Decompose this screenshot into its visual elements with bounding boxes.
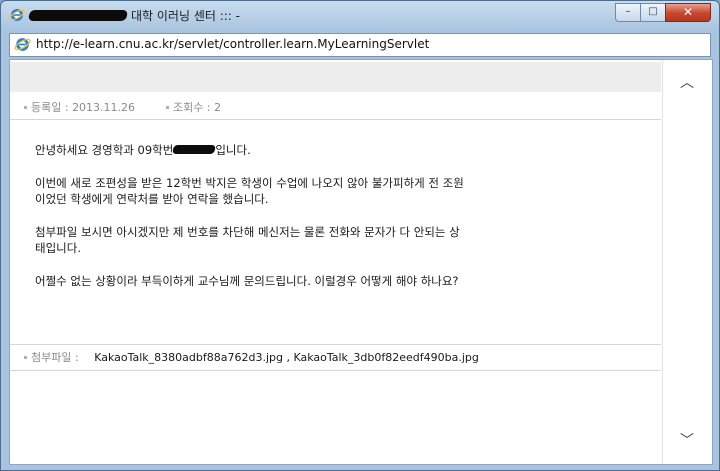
attachments-label: 첨부파일 : — [31, 351, 79, 364]
scroll-up-icon[interactable]: ︿ — [678, 74, 696, 92]
post-date: 2013.11.26 — [72, 101, 136, 114]
address-bar[interactable]: http://e-learn.cnu.ac.kr/servlet/control… — [9, 33, 711, 57]
window-title: 대학 이러닝 센터 ::: - — [28, 7, 240, 24]
page-content: 등록일 : 2013.11.26 조회수 : 2 안녕하세요 경영학과 09학번… — [9, 59, 713, 465]
redacted-name — [172, 145, 217, 154]
attachment-links[interactable]: KakaoTalk_8380adbf88a762d3.jpg , KakaoTa… — [94, 351, 479, 364]
vertical-scrollbar[interactable]: ︿ ﹀ — [662, 60, 712, 464]
view-count: 2 — [214, 101, 222, 114]
post-body: 안녕하세요 경영학과 09학번 입니다. 이번에 새로 조편성을 받은 12학번 … — [35, 142, 555, 289]
page-icon — [14, 36, 31, 53]
internet-explorer-icon — [9, 7, 25, 23]
window-controls: – □ ✕ — [615, 3, 711, 22]
body-line: 태입니다. — [35, 241, 81, 255]
body-line: 첨부파일 보시면 아시겠지만 제 번호를 차단해 메신저는 물론 전화와 문자가… — [35, 224, 460, 239]
scroll-down-icon[interactable]: ﹀ — [678, 432, 696, 450]
bullet-icon — [24, 106, 27, 109]
divider — [10, 344, 661, 345]
bullet-icon — [24, 356, 27, 359]
header-strip — [10, 62, 661, 92]
window-title-text: 대학 이러닝 센터 ::: - — [131, 9, 240, 23]
divider — [10, 370, 661, 371]
body-line: 이번에 새로 조편성을 받은 12학번 박지은 학생이 수업에 나오지 않아 불… — [35, 175, 464, 190]
body-line: 이었던 학생에게 연락처를 받아 연락을 했습니다. — [35, 192, 269, 206]
body-line: 어쩔수 없는 상황이라 부득이하게 교수님께 문의드립니다. 이럴경우 어떻게 … — [35, 273, 459, 288]
divider — [10, 119, 661, 120]
url-text[interactable]: http://e-learn.cnu.ac.kr/servlet/control… — [36, 37, 429, 51]
date-label: 등록일 : — [31, 101, 69, 114]
bullet-icon — [166, 106, 170, 109]
views-label: 조회수 : — [173, 101, 211, 114]
body-line: 안녕하세요 경영학과 09학번 입니다. — [35, 143, 251, 157]
redacted-title — [28, 10, 128, 21]
attachments-row: 첨부파일 : KakaoTalk_8380adbf88a762d3.jpg , … — [24, 349, 479, 365]
post-meta: 등록일 : 2013.11.26 조회수 : 2 — [24, 99, 221, 115]
title-bar[interactable]: 대학 이러닝 센터 ::: - – □ ✕ — [1, 1, 719, 31]
browser-popup-window: 대학 이러닝 센터 ::: - – □ ✕ http://e-learn.cnu… — [0, 0, 720, 471]
maximize-button[interactable]: □ — [640, 3, 666, 22]
close-button[interactable]: ✕ — [665, 3, 711, 22]
minimize-button[interactable]: – — [615, 3, 641, 22]
